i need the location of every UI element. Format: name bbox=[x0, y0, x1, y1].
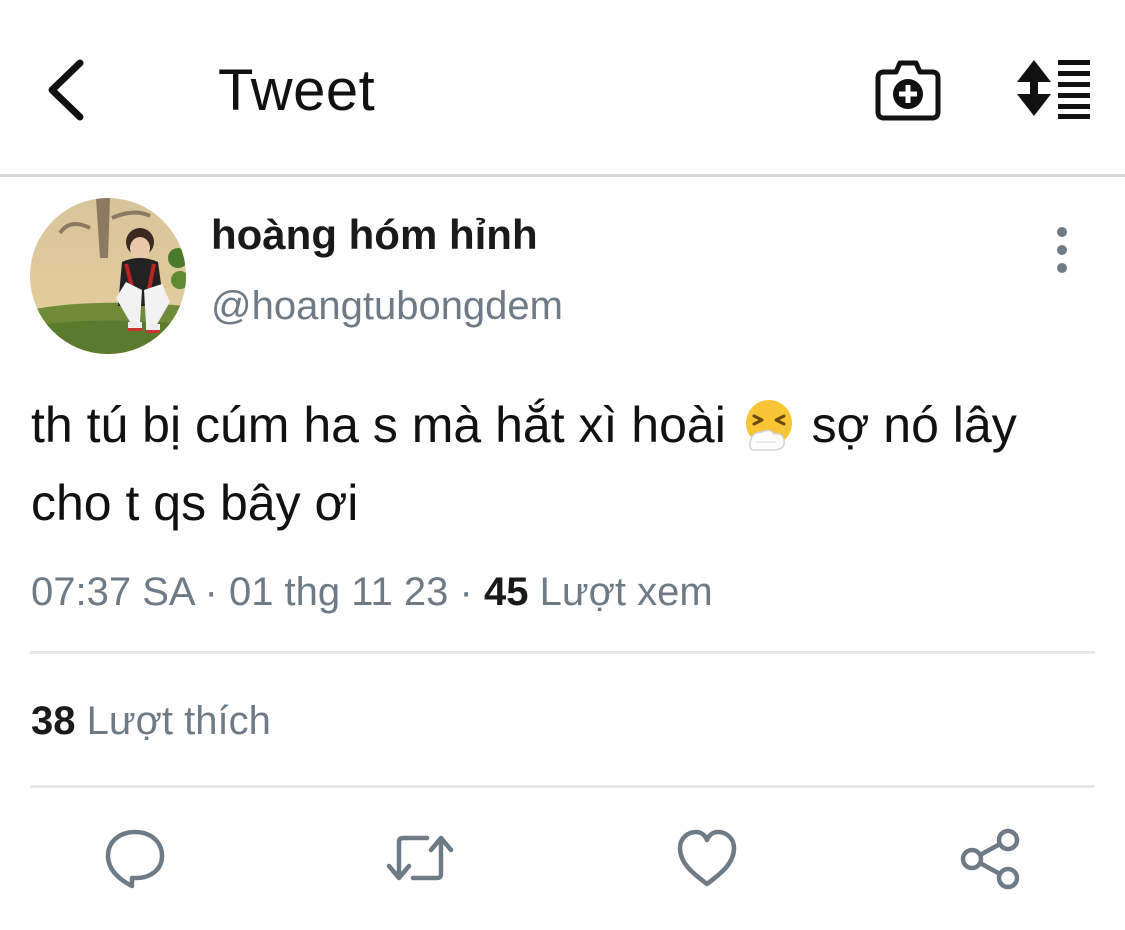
avatar[interactable] bbox=[30, 198, 186, 354]
likes-count: 38 bbox=[31, 699, 76, 743]
meta-separator: · bbox=[204, 570, 218, 614]
more-options-button[interactable] bbox=[1038, 222, 1086, 278]
likes-label: Lượt thích bbox=[86, 699, 271, 743]
camera-button[interactable] bbox=[872, 58, 944, 124]
likes-summary[interactable]: 38 Lượt thích bbox=[31, 695, 271, 747]
sort-list-icon bbox=[1017, 60, 1090, 119]
divider bbox=[30, 651, 1095, 654]
tweet-time: 07:37 SA bbox=[31, 570, 194, 614]
like-button[interactable] bbox=[672, 826, 742, 892]
back-button[interactable] bbox=[40, 55, 100, 125]
retweet-button[interactable] bbox=[385, 826, 455, 892]
views-label: Lượt xem bbox=[539, 570, 713, 614]
camera-add-icon bbox=[875, 60, 941, 121]
tweet-text-part-1: th tú bị cúm ha s mà hắt xì hoài bbox=[31, 397, 740, 453]
chevron-left-icon bbox=[48, 59, 84, 121]
sort-button[interactable] bbox=[1012, 58, 1094, 120]
author-handle[interactable]: @hoangtubongdem bbox=[211, 282, 563, 330]
sneezing-face-emoji-icon bbox=[742, 398, 796, 452]
divider bbox=[30, 785, 1095, 788]
vertical-ellipsis-icon bbox=[1057, 227, 1067, 273]
reply-icon bbox=[105, 829, 165, 889]
author-display-name[interactable]: hoàng hóm hỉnh bbox=[211, 210, 538, 260]
share-button[interactable] bbox=[956, 826, 1026, 892]
meta-separator: · bbox=[459, 570, 473, 614]
tweet-date: 01 thg 11 23 bbox=[228, 570, 449, 614]
page-title: Tweet bbox=[218, 58, 376, 123]
top-navigation-bar: Tweet bbox=[0, 0, 1125, 177]
share-icon bbox=[960, 828, 1020, 890]
reply-button[interactable] bbox=[100, 826, 170, 892]
tweet-text: th tú bị cúm ha s mà hắt xì hoài sợ nó l… bbox=[31, 386, 1091, 542]
retweet-icon bbox=[386, 835, 454, 881]
heart-icon bbox=[677, 829, 737, 887]
avatar-photo bbox=[30, 198, 186, 354]
tweet-meta: 07:37 SA · 01 thg 11 23 · 45 Lượt xem bbox=[31, 567, 713, 617]
views-count: 45 bbox=[483, 570, 529, 614]
